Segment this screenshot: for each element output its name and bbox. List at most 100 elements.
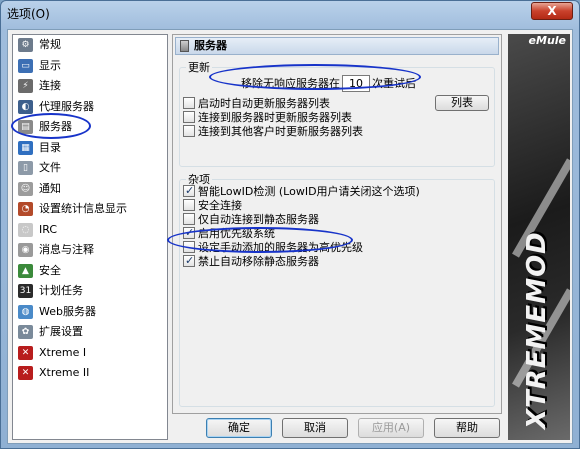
sidebar-item-label: 消息与注释 [39, 243, 94, 256]
server-icon [180, 40, 189, 52]
sidebar-item-label: 文件 [39, 161, 61, 174]
window-title: 选项(O) [7, 7, 50, 21]
shield-icon: ▲ [18, 263, 33, 278]
sidebar-item[interactable]: ✿ 扩展设置 [13, 322, 167, 343]
sidebar-item-label: 显示 [39, 58, 61, 72]
option-checkbox[interactable] [183, 125, 195, 137]
retry-row: 移除无响应服务器在 10 次重试后 [241, 75, 416, 93]
sidebar-item[interactable]: ◐ 代理服务器 [13, 97, 167, 118]
folder-icon: ▦ [18, 140, 33, 155]
option-label: 连接到服务器时更新服务器列表 [198, 111, 352, 124]
option-row[interactable]: 智能LowID检测 (LowID用户请关闭这个选项) [183, 184, 420, 199]
option-checkbox[interactable] [183, 254, 195, 267]
retry-count-input[interactable]: 10 [342, 75, 370, 92]
help-button[interactable]: 帮助 [434, 418, 500, 438]
sidebar-item[interactable]: ▭ 显示 [13, 56, 167, 77]
sidebar-item-label: IRC [39, 222, 58, 236]
option-label: 启用优先级系统 [198, 227, 275, 240]
irc-icon: ◌ [18, 222, 33, 237]
option-checkbox[interactable] [183, 184, 195, 197]
options-window: 选项(O) X ⚙ 常规 ▭ 显示 ⚡ 连接 ◐ 代理服务器 ▤ 服务器 ▦ 目录 ▯ 文件 ☺ 通知 ◔ 设置统… [0, 0, 580, 449]
xtreme-mod-banner: eMule XTREMEMOD [508, 34, 570, 440]
option-row[interactable]: 设定手动添加的服务器为高优先级 [183, 241, 363, 255]
sidebar-item[interactable]: ▤ 服务器 [13, 117, 167, 138]
option-label: 智能LowID检测 (LowID用户请关闭这个选项) [198, 185, 420, 198]
sidebar-item-label: 服务器 [39, 120, 72, 133]
sidebar-item[interactable]: ▲ 安全 [13, 261, 167, 282]
dialog-buttons: 确定 取消 应用(A) 帮助 [8, 418, 574, 442]
sidebar-item-label: Xtreme II [39, 366, 90, 379]
sidebar-item-label: 安全 [39, 263, 61, 277]
options-sidebar: ⚙ 常规 ▭ 显示 ⚡ 连接 ◐ 代理服务器 ▤ 服务器 ▦ 目录 ▯ 文件 ☺ 通知 ◔ 设置统计信息显示 ◌ IR… [12, 34, 168, 440]
xtreme-icon: ✕ [18, 366, 33, 380]
sidebar-item[interactable]: ▯ 文件 [13, 158, 167, 179]
sidebar-item[interactable]: ◔ 设置统计信息显示 [13, 199, 167, 220]
server-icon: ▤ [18, 120, 33, 134]
panel-header: 服务器 [175, 37, 499, 55]
panel-title: 服务器 [194, 39, 227, 52]
option-checkbox[interactable] [183, 226, 195, 239]
sidebar-item[interactable]: ✕ Xtreme II [13, 363, 167, 384]
option-checkbox[interactable] [183, 97, 195, 109]
file-icon: ▯ [18, 161, 33, 175]
monitor-icon: ▭ [18, 58, 33, 73]
ok-button[interactable]: 确定 [206, 418, 272, 438]
plug-icon: ⚡ [18, 79, 33, 93]
option-label: 连接到其他客户时更新服务器列表 [198, 125, 363, 138]
proxy-icon: ◐ [18, 99, 33, 114]
sidebar-item-label: Xtreme I [39, 345, 87, 359]
close-button[interactable]: X [531, 2, 573, 20]
calendar-icon: 31 [18, 284, 33, 298]
sidebar-item-label: 连接 [39, 79, 61, 92]
option-row[interactable]: 启动时自动更新服务器列表 [183, 97, 330, 111]
option-label: 启动时自动更新服务器列表 [198, 97, 330, 110]
sidebar-item[interactable]: ⚙ 常规 [13, 35, 167, 56]
cancel-button[interactable]: 取消 [282, 418, 348, 438]
message-icon: ◉ [18, 243, 33, 257]
update-legend: 更新 [188, 61, 210, 74]
option-checkbox[interactable] [183, 241, 195, 253]
option-row[interactable]: 安全连接 [183, 199, 242, 213]
server-list-button[interactable]: 列表 [435, 95, 489, 111]
sidebar-item-label: Web服务器 [39, 304, 96, 318]
option-label: 禁止自动移除静态服务器 [198, 255, 319, 268]
sidebar-item[interactable]: ⚡ 连接 [13, 76, 167, 97]
xtreme-icon: ✕ [18, 345, 33, 360]
sidebar-item-label: 设置统计信息显示 [39, 202, 127, 215]
option-row[interactable]: 连接到服务器时更新服务器列表 [183, 111, 352, 125]
sidebar-item[interactable]: ◉ 消息与注释 [13, 240, 167, 261]
sidebar-item[interactable]: ☺ 通知 [13, 179, 167, 200]
notify-icon: ☺ [18, 181, 33, 196]
sidebar-item[interactable]: 31 计划任务 [13, 281, 167, 302]
globe-icon: ◍ [18, 304, 33, 319]
sidebar-item-label: 目录 [39, 140, 61, 154]
sidebar-item-label: 计划任务 [39, 284, 83, 297]
sidebar-item-label: 通知 [39, 181, 61, 195]
emule-logo-text: eMule [528, 34, 566, 47]
extension-icon: ✿ [18, 325, 33, 339]
option-label: 仅自动连接到静态服务器 [198, 213, 319, 226]
xtreme-mod-logo: XTREMEMOD [522, 231, 552, 429]
retry-suffix: 次重试后 [372, 77, 416, 90]
option-label: 安全连接 [198, 199, 242, 212]
retry-prefix: 移除无响应服务器在 [241, 77, 340, 90]
sidebar-item[interactable]: ✕ Xtreme I [13, 343, 167, 364]
apply-button[interactable]: 应用(A) [358, 418, 424, 438]
sidebar-item[interactable]: ▦ 目录 [13, 138, 167, 159]
client-area: ⚙ 常规 ▭ 显示 ⚡ 连接 ◐ 代理服务器 ▤ 服务器 ▦ 目录 ▯ 文件 ☺ 通知 ◔ 设置统计信息显示 ◌ IR… [7, 29, 573, 444]
option-checkbox[interactable] [183, 213, 195, 225]
sidebar-item-label: 常规 [39, 38, 61, 51]
server-settings-panel: 服务器 更新 移除无响应服务器在 10 次重试后 列表 启动时自动更新服务器列表 连接… [172, 34, 502, 414]
option-row[interactable]: 连接到其他客户时更新服务器列表 [183, 125, 363, 139]
sidebar-item-label: 代理服务器 [39, 99, 94, 113]
option-checkbox[interactable] [183, 199, 195, 211]
sidebar-item[interactable]: ◌ IRC [13, 220, 167, 241]
option-row[interactable]: 启用优先级系统 [183, 226, 275, 241]
option-label: 设定手动添加的服务器为高优先级 [198, 241, 363, 254]
gear-icon: ⚙ [18, 38, 33, 52]
option-row[interactable]: 禁止自动移除静态服务器 [183, 254, 319, 269]
option-checkbox[interactable] [183, 111, 195, 123]
option-row[interactable]: 仅自动连接到静态服务器 [183, 213, 319, 227]
stats-icon: ◔ [18, 202, 33, 216]
sidebar-item[interactable]: ◍ Web服务器 [13, 302, 167, 323]
